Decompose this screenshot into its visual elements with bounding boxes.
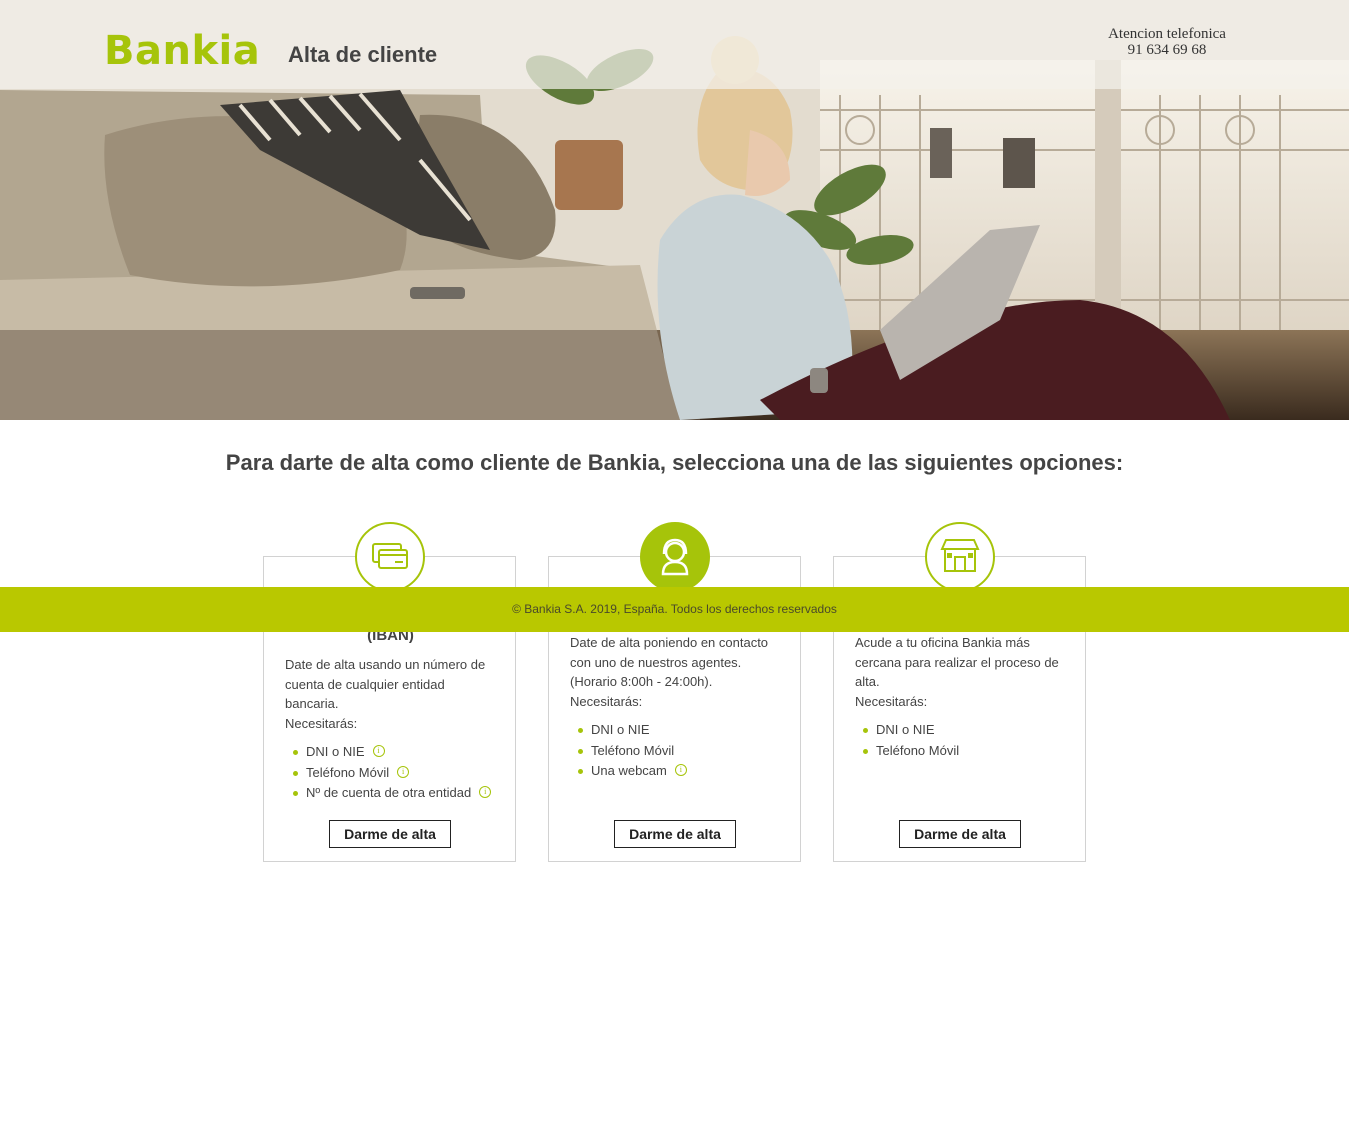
requirement-label: DNI o NIE [591, 722, 650, 737]
list-item: Nº de cuenta de otra entidad i [285, 785, 492, 806]
list-item: Una webcam i [570, 763, 687, 784]
card-description: Acude a tu oficina Bankia más cercana pa… [855, 633, 1059, 711]
footer-bar: © Bankia S.A. 2019, España. Todos los de… [0, 587, 1349, 632]
requirements-list: DNI o NIE Teléfono Móvil [855, 722, 959, 763]
requirement-label: DNI o NIE [306, 744, 365, 759]
list-item: Teléfono Móvil [855, 743, 959, 764]
options-heading: Para darte de alta como cliente de Banki… [225, 450, 1124, 475]
info-icon[interactable]: i [674, 764, 687, 776]
description-line: Necesitarás: [570, 693, 643, 709]
requirements-list: DNI o NIE Teléfono Móvil Una webcam i [570, 722, 687, 784]
info-icon[interactable]: i [397, 765, 410, 778]
description-line: Acude a tu oficina Bankia más [855, 635, 1030, 650]
signup-button[interactable]: Darme de alta [614, 820, 736, 848]
requirement-label: Nº de cuenta de otra entidad [306, 785, 472, 800]
description-line: (Horario 8:00h - 24:00h). [570, 674, 713, 689]
list-item: Teléfono Móvil i [285, 765, 491, 786]
phone-contact: Atencion telefonica 91 634 69 68 [1100, 26, 1234, 58]
requirement-label: DNI o NIE [876, 722, 935, 737]
description-line: Necesitarás: [285, 715, 358, 731]
card-description: Date de alta poniendo en contacto con un… [570, 633, 768, 711]
signup-button[interactable]: Darme de alta [899, 820, 1021, 848]
requirement-label: Teléfono Móvil [306, 764, 390, 780]
description-line: bancaria. [285, 696, 339, 711]
list-item: Teléfono Móvil [570, 743, 687, 764]
info-icon[interactable]: i [479, 786, 492, 798]
description-line: cuenta de cualquier entidad [285, 676, 445, 692]
description-line: Date de alta usando un número de [285, 657, 486, 672]
hero-banner: Bankia Alta de cliente Atencion telefoni… [0, 0, 1349, 420]
bankia-logo[interactable]: Bankia [104, 28, 260, 74]
phone-label: Atencion telefonica [1108, 26, 1226, 42]
list-item: DNI o NIE i [285, 744, 491, 765]
description-line: alta. [855, 674, 880, 689]
signup-button[interactable]: Darme de alta [329, 820, 451, 848]
agent-icon [640, 522, 710, 592]
phone-number[interactable]: 91 634 69 68 [1100, 42, 1234, 58]
requirements-list: DNI o NIE i Teléfono Móvil i Nº de cuenta … [285, 744, 492, 806]
bank-office-icon [925, 522, 995, 592]
card-description: Date de alta usando un número de cuenta … [285, 655, 485, 733]
description-line: Date de alta poniendo en contacto [570, 635, 769, 650]
credit-card-icon [355, 522, 425, 592]
copyright-text: © Bankia S.A. 2019, España. Todos los de… [512, 602, 837, 616]
description-line: con uno de nuestros agentes. [570, 654, 742, 670]
list-item: DNI o NIE [855, 722, 959, 743]
info-icon[interactable]: i [372, 745, 385, 757]
description-line: Necesitarás: [855, 693, 928, 709]
requirement-label: Teléfono Móvil [591, 742, 675, 758]
requirement-label: Una webcam [591, 763, 667, 778]
description-line: cercana para realizar el proceso de [855, 654, 1059, 670]
list-item: DNI o NIE [570, 722, 687, 743]
requirement-label: Teléfono Móvil [876, 742, 960, 758]
page-title: Alta de cliente [288, 42, 438, 67]
